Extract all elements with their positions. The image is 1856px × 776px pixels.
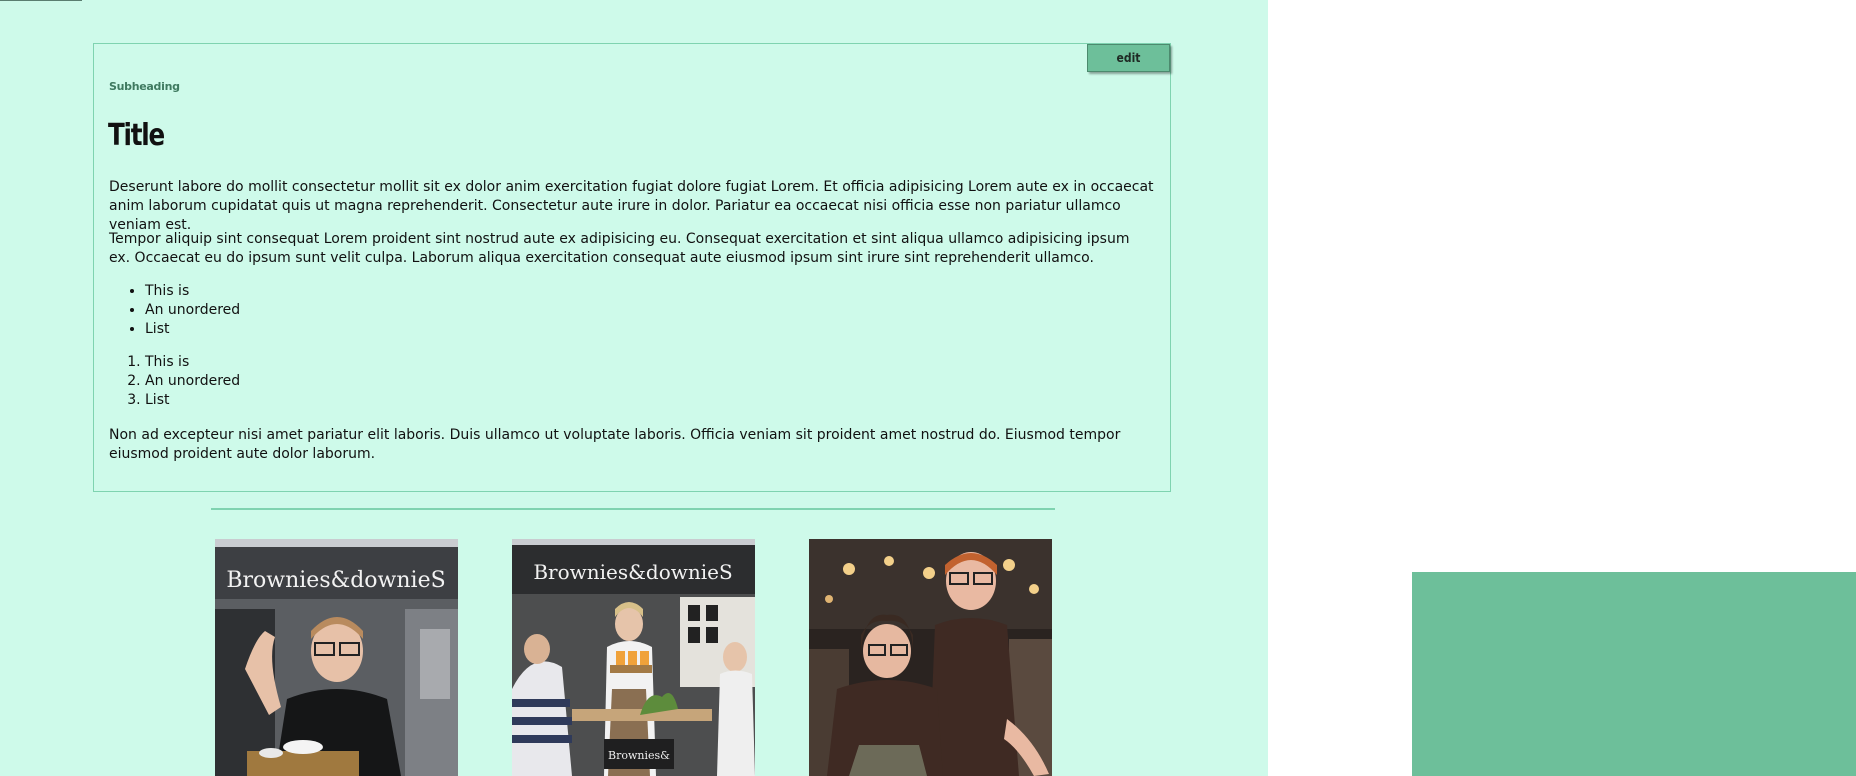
photo-two-waiters xyxy=(809,539,1052,776)
page-title: Title xyxy=(108,118,165,153)
photo-waving-waiter: Brownies&downieS xyxy=(215,539,458,776)
svg-text:Brownies&: Brownies& xyxy=(608,749,670,762)
section-divider xyxy=(211,508,1055,510)
side-accent-panel xyxy=(1412,572,1856,776)
gallery-photo-3 xyxy=(809,539,1052,776)
list-item: List xyxy=(145,391,240,410)
top-rule xyxy=(0,0,82,1)
edit-button[interactable]: edit xyxy=(1087,44,1170,72)
cafe-sign-text: Brownies&downieS xyxy=(533,560,732,584)
photo-serving-drinks: Brownies&downieS Brownies& xyxy=(512,539,755,776)
gallery-photo-2: Brownies&downieS Brownies& xyxy=(512,539,755,776)
subheading: Subheading xyxy=(109,80,180,93)
cafe-sign-text: Brownies&downieS xyxy=(226,568,445,593)
paragraph-2: Tempor aliquip sint consequat Lorem proi… xyxy=(109,231,1130,266)
list-item: This is xyxy=(145,353,240,372)
paragraph-1: Deserunt labore do mollit consectetur mo… xyxy=(109,179,1154,233)
list-item: An unordered xyxy=(145,301,240,320)
ordered-list: This is An unordered List xyxy=(109,353,240,410)
list-item: This is xyxy=(145,282,240,301)
list-item: List xyxy=(145,320,240,339)
gallery-photo-1: Brownies&downieS xyxy=(215,539,458,776)
list-item: An unordered xyxy=(145,372,240,391)
paragraph-3: Non ad excepteur nisi amet pariatur elit… xyxy=(109,427,1121,462)
unordered-list: This is An unordered List xyxy=(109,282,240,339)
